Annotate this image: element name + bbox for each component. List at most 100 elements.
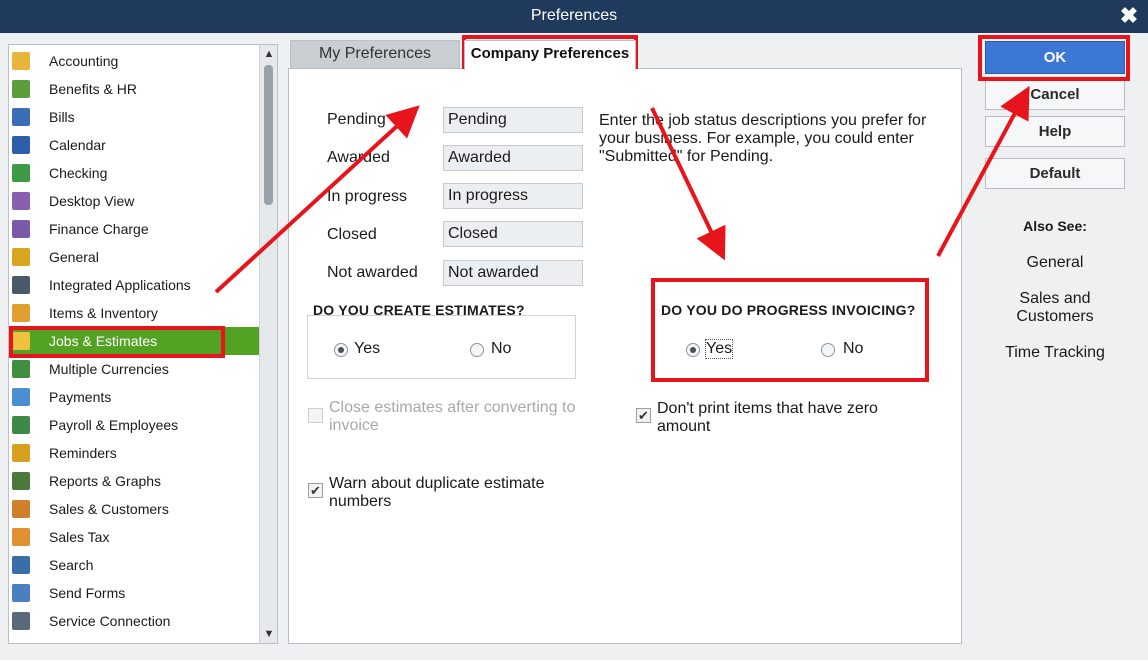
sidebar-item-label: Jobs & Estimates xyxy=(49,333,158,349)
awarded-field[interactable]: Awarded xyxy=(443,145,583,171)
default-button[interactable]: Default xyxy=(985,158,1125,189)
sidebar-item-label: General xyxy=(49,249,99,265)
dont-print-zero-checkbox[interactable]: ✔ xyxy=(636,408,651,423)
checking-icon xyxy=(12,164,30,182)
sidebar-item-label: Accounting xyxy=(49,53,119,69)
tab-my-preferences-label: My Preferences xyxy=(318,45,432,62)
sidebar-item[interactable]: Send Forms xyxy=(9,579,259,607)
sidebar-item[interactable]: Reports & Graphs xyxy=(9,467,259,495)
benefits-icon xyxy=(12,80,30,98)
sidebar-item-label: Service Connection xyxy=(49,613,171,629)
scroll-up-icon[interactable]: ▲ xyxy=(260,45,278,63)
sidebar-item[interactable]: Multiple Currencies xyxy=(9,355,259,383)
sidebar-item-label: Sales & Customers xyxy=(49,501,169,517)
progress-no-radio[interactable] xyxy=(821,343,835,357)
desktop-view-icon xyxy=(12,192,30,210)
sidebar-item[interactable]: Search xyxy=(9,551,259,579)
sales-customers-icon xyxy=(12,500,30,518)
close-estimates-checkbox[interactable] xyxy=(308,408,323,423)
not-awarded-field[interactable]: Not awarded xyxy=(443,260,583,286)
sidebar-item-label: Sales Tax xyxy=(49,529,110,545)
warn-duplicate-label: Warn about duplicate estimate numbers xyxy=(329,475,545,510)
scroll-thumb[interactable] xyxy=(264,65,273,205)
job-status-description: Enter the job status descriptions you pr… xyxy=(599,112,927,165)
sidebar-item-label: Checking xyxy=(49,165,108,181)
sidebar-item[interactable]: General xyxy=(9,243,259,271)
sidebar-item[interactable]: Accounting xyxy=(9,47,259,75)
help-button[interactable]: Help xyxy=(985,116,1125,147)
close-estimates-label: Close estimates after converting to invo… xyxy=(329,399,576,434)
sidebar-item[interactable]: Desktop View xyxy=(9,187,259,215)
bills-icon xyxy=(12,108,30,126)
sidebar-item[interactable]: Calendar xyxy=(9,131,259,159)
not-awarded-label: Not awarded xyxy=(327,264,418,281)
in-progress-field[interactable]: In progress xyxy=(443,183,583,209)
sidebar-scrollbar[interactable]: ▲ ▼ xyxy=(259,45,277,643)
also-see-title: Also See: xyxy=(1023,218,1087,234)
estimates-no-radio[interactable] xyxy=(470,343,484,357)
payroll-icon xyxy=(12,416,30,434)
send-forms-icon xyxy=(12,584,30,602)
sidebar-item-label: Payroll & Employees xyxy=(49,417,179,433)
title-bar: Preferences ✖ xyxy=(0,0,1148,33)
dont-print-zero-label: Don't print items that have zero amount xyxy=(657,400,878,435)
estimates-yes-label[interactable]: Yes xyxy=(354,340,380,358)
close-icon[interactable]: ✖ xyxy=(1116,2,1142,30)
progress-yes-label[interactable]: Yes xyxy=(704,339,734,359)
sidebar-item-label: Payments xyxy=(49,389,112,405)
reminders-icon xyxy=(12,444,30,462)
awarded-label: Awarded xyxy=(327,149,390,166)
progress-yes-radio[interactable] xyxy=(686,343,700,357)
sidebar-item[interactable]: Sales & Customers xyxy=(9,495,259,523)
accounting-icon xyxy=(12,52,30,70)
sidebar-item[interactable]: Checking xyxy=(9,159,259,187)
window-title: Preferences xyxy=(530,7,618,24)
service-connection-icon xyxy=(12,612,30,630)
also-see-sales-customers[interactable]: Sales and Customers xyxy=(1000,290,1110,326)
multiple-currencies-icon xyxy=(12,360,30,378)
sidebar-item[interactable]: Finance Charge xyxy=(9,215,259,243)
sidebar-item[interactable]: Payroll & Employees xyxy=(9,411,259,439)
preferences-sidebar: Accounting Benefits & HR Bills Calendar Chec… xyxy=(8,44,278,644)
also-see-general[interactable]: General xyxy=(985,254,1125,272)
reports-graphs-icon xyxy=(12,472,30,490)
ok-button[interactable]: OK xyxy=(985,41,1125,74)
sidebar-item-label: Bills xyxy=(49,109,75,125)
sidebar-item[interactable]: Bills xyxy=(9,103,259,131)
sidebar-item-label: Multiple Currencies xyxy=(49,361,169,377)
search-icon xyxy=(12,556,30,574)
sidebar-item-label: Benefits & HR xyxy=(49,81,137,97)
also-see-time-tracking[interactable]: Time Tracking xyxy=(985,344,1125,362)
tab-my-preferences[interactable]: My Preferences xyxy=(290,40,460,68)
sidebar-item[interactable]: Jobs & Estimates xyxy=(9,327,259,355)
estimates-no-label[interactable]: No xyxy=(491,340,511,358)
sidebar-item-label: Search xyxy=(49,557,94,573)
sidebar-item[interactable]: Integrated Applications xyxy=(9,271,259,299)
scroll-down-icon[interactable]: ▼ xyxy=(260,625,278,643)
integrated-apps-icon xyxy=(12,276,30,294)
in-progress-label: In progress xyxy=(327,188,408,205)
estimates-yes-radio[interactable] xyxy=(334,343,348,357)
sidebar-item[interactable]: Reminders xyxy=(9,439,259,467)
general-icon xyxy=(12,248,30,266)
jobs-estimates-icon xyxy=(12,332,30,350)
finance-charge-icon xyxy=(12,220,30,238)
closed-field[interactable]: Closed xyxy=(443,221,583,247)
sidebar-item-label: Integrated Applications xyxy=(49,277,191,293)
pending-field[interactable]: Pending xyxy=(443,107,583,133)
sidebar-item[interactable]: Items & Inventory xyxy=(9,299,259,327)
sidebar-item[interactable]: Sales Tax xyxy=(9,523,259,551)
sidebar-item[interactable]: Service Connection xyxy=(9,607,259,635)
warn-duplicate-checkbox[interactable]: ✔ xyxy=(308,483,323,498)
sidebar-list: Accounting Benefits & HR Bills Calendar Chec… xyxy=(9,47,259,635)
calendar-icon xyxy=(12,136,30,154)
sales-tax-icon xyxy=(12,528,30,546)
progress-no-label[interactable]: No xyxy=(843,340,863,358)
cancel-button[interactable]: Cancel xyxy=(985,79,1125,110)
tab-company-preferences[interactable]: Company Preferences xyxy=(464,40,636,70)
tab-company-preferences-label: Company Preferences xyxy=(470,45,630,62)
sidebar-item[interactable]: Benefits & HR xyxy=(9,75,259,103)
sidebar-item[interactable]: Payments xyxy=(9,383,259,411)
sidebar-item-label: Reminders xyxy=(49,445,117,461)
items-inventory-icon xyxy=(12,304,30,322)
